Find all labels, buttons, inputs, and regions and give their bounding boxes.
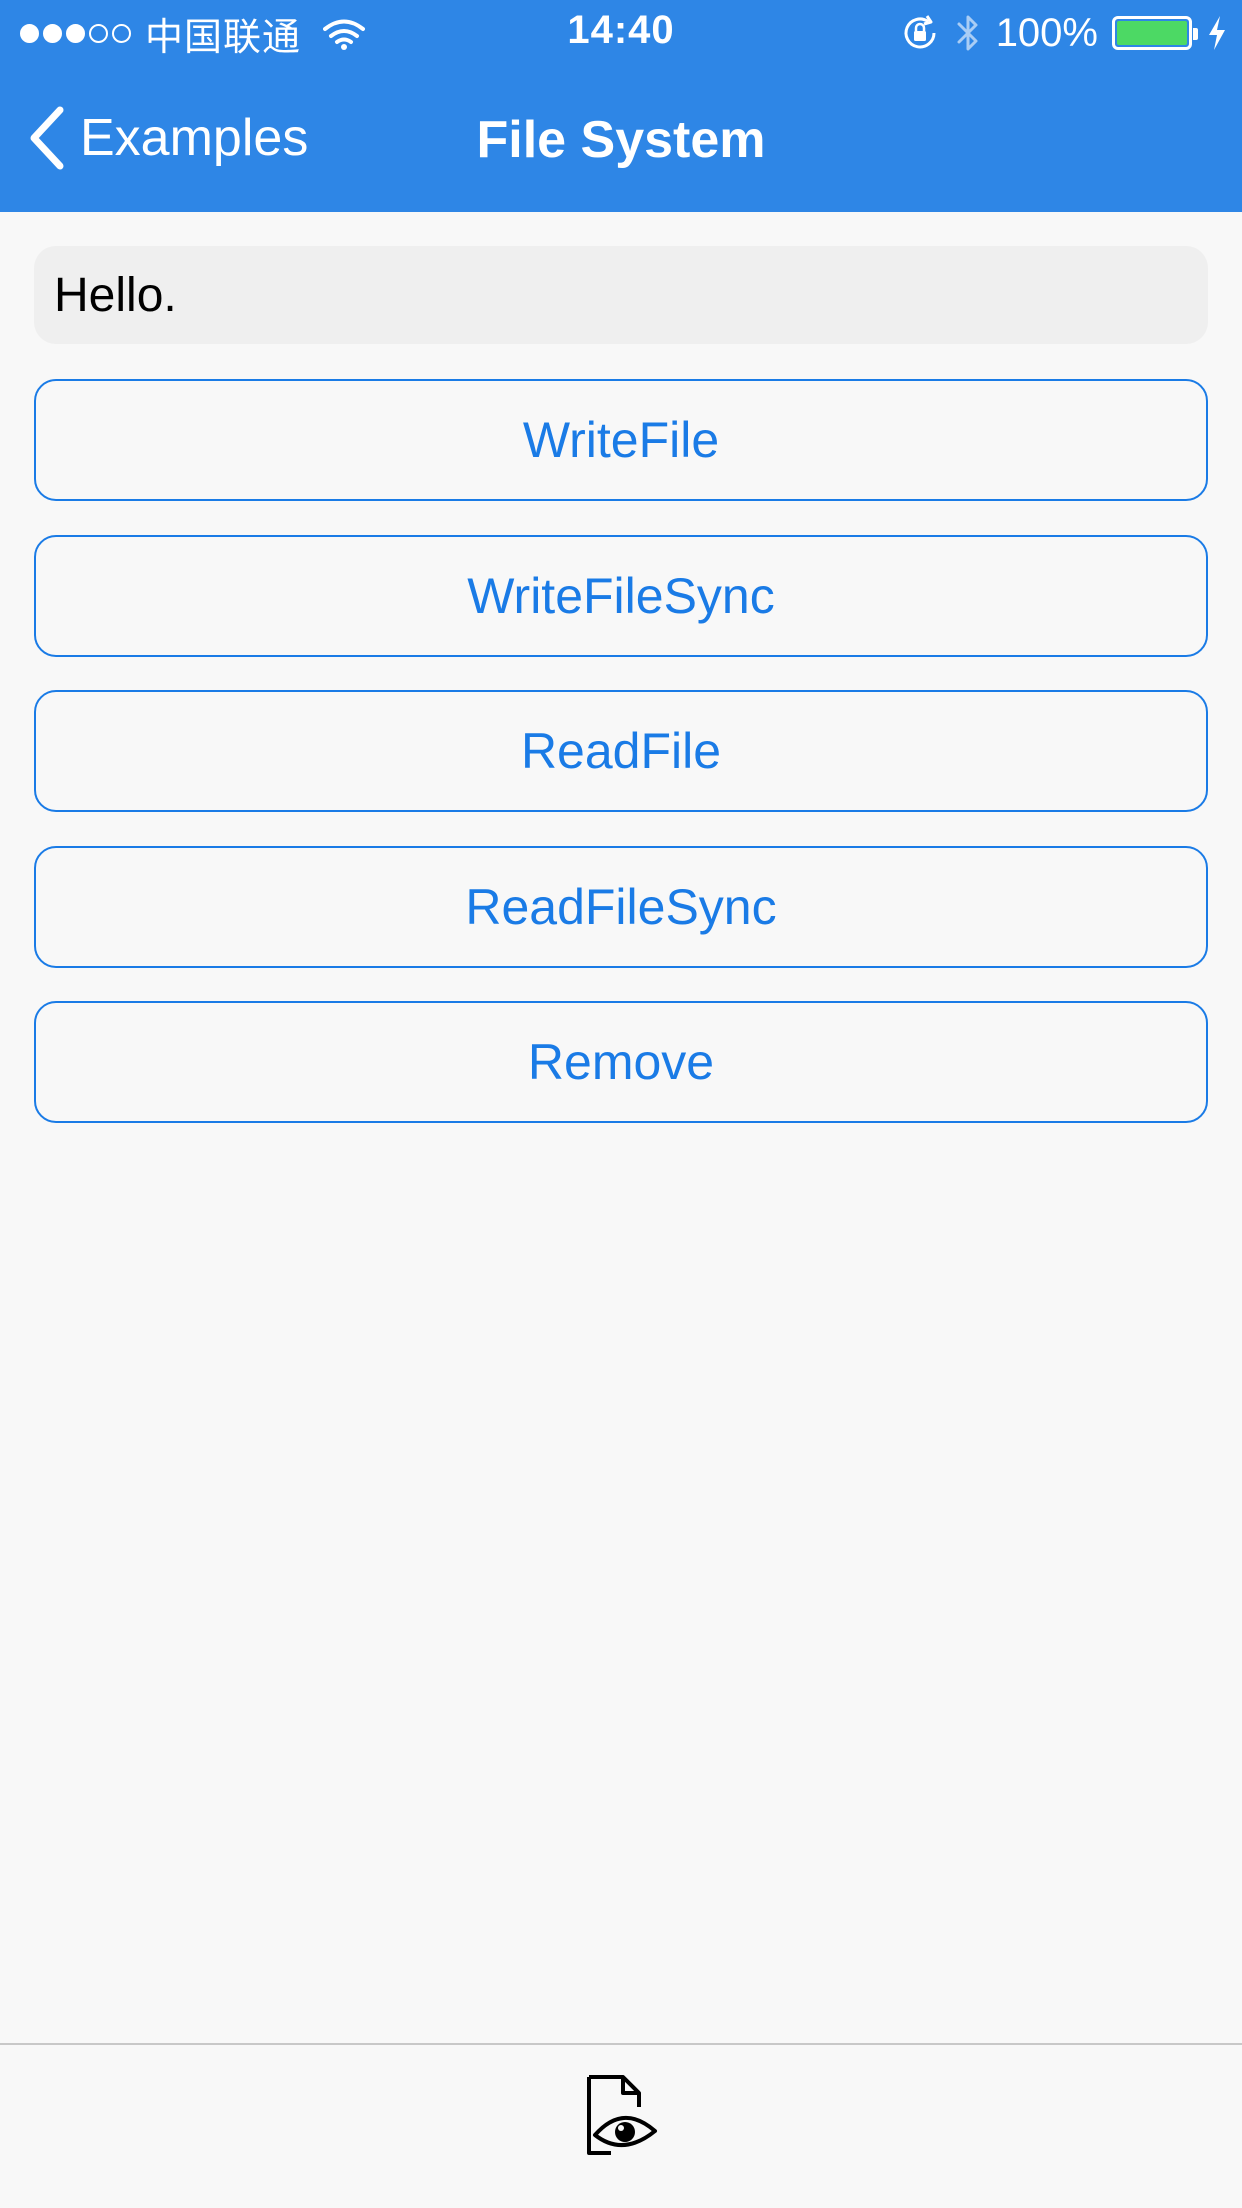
battery-nub bbox=[1193, 28, 1198, 40]
navigation-bar: Examples File System bbox=[0, 66, 1242, 212]
rotation-lock-icon bbox=[900, 13, 940, 53]
app-screen: 中国联通 14:40 100% Examples File System Hel… bbox=[0, 0, 1242, 2208]
read-file-button[interactable]: ReadFile bbox=[34, 690, 1208, 812]
bluetooth-icon bbox=[954, 12, 982, 54]
battery-icon bbox=[1112, 16, 1198, 50]
file-content-display: Hello. bbox=[34, 246, 1208, 344]
write-file-button[interactable]: WriteFile bbox=[34, 379, 1208, 501]
status-right: 100% bbox=[900, 8, 1228, 58]
battery-percentage: 100% bbox=[995, 10, 1098, 55]
tab-file-preview[interactable] bbox=[581, 2073, 661, 2157]
page-title: File System bbox=[476, 111, 766, 169]
file-preview-icon bbox=[587, 2075, 657, 2155]
charging-bolt-icon bbox=[1206, 15, 1228, 51]
read-file-sync-button[interactable]: ReadFileSync bbox=[34, 846, 1208, 968]
tab-bar bbox=[0, 2043, 1242, 2208]
write-file-sync-button[interactable]: WriteFileSync bbox=[34, 535, 1208, 657]
remove-button[interactable]: Remove bbox=[34, 1001, 1208, 1123]
battery-fill bbox=[1117, 21, 1187, 45]
header: 中国联通 14:40 100% Examples File System bbox=[0, 0, 1242, 212]
status-bar: 中国联通 14:40 100% bbox=[0, 0, 1242, 66]
